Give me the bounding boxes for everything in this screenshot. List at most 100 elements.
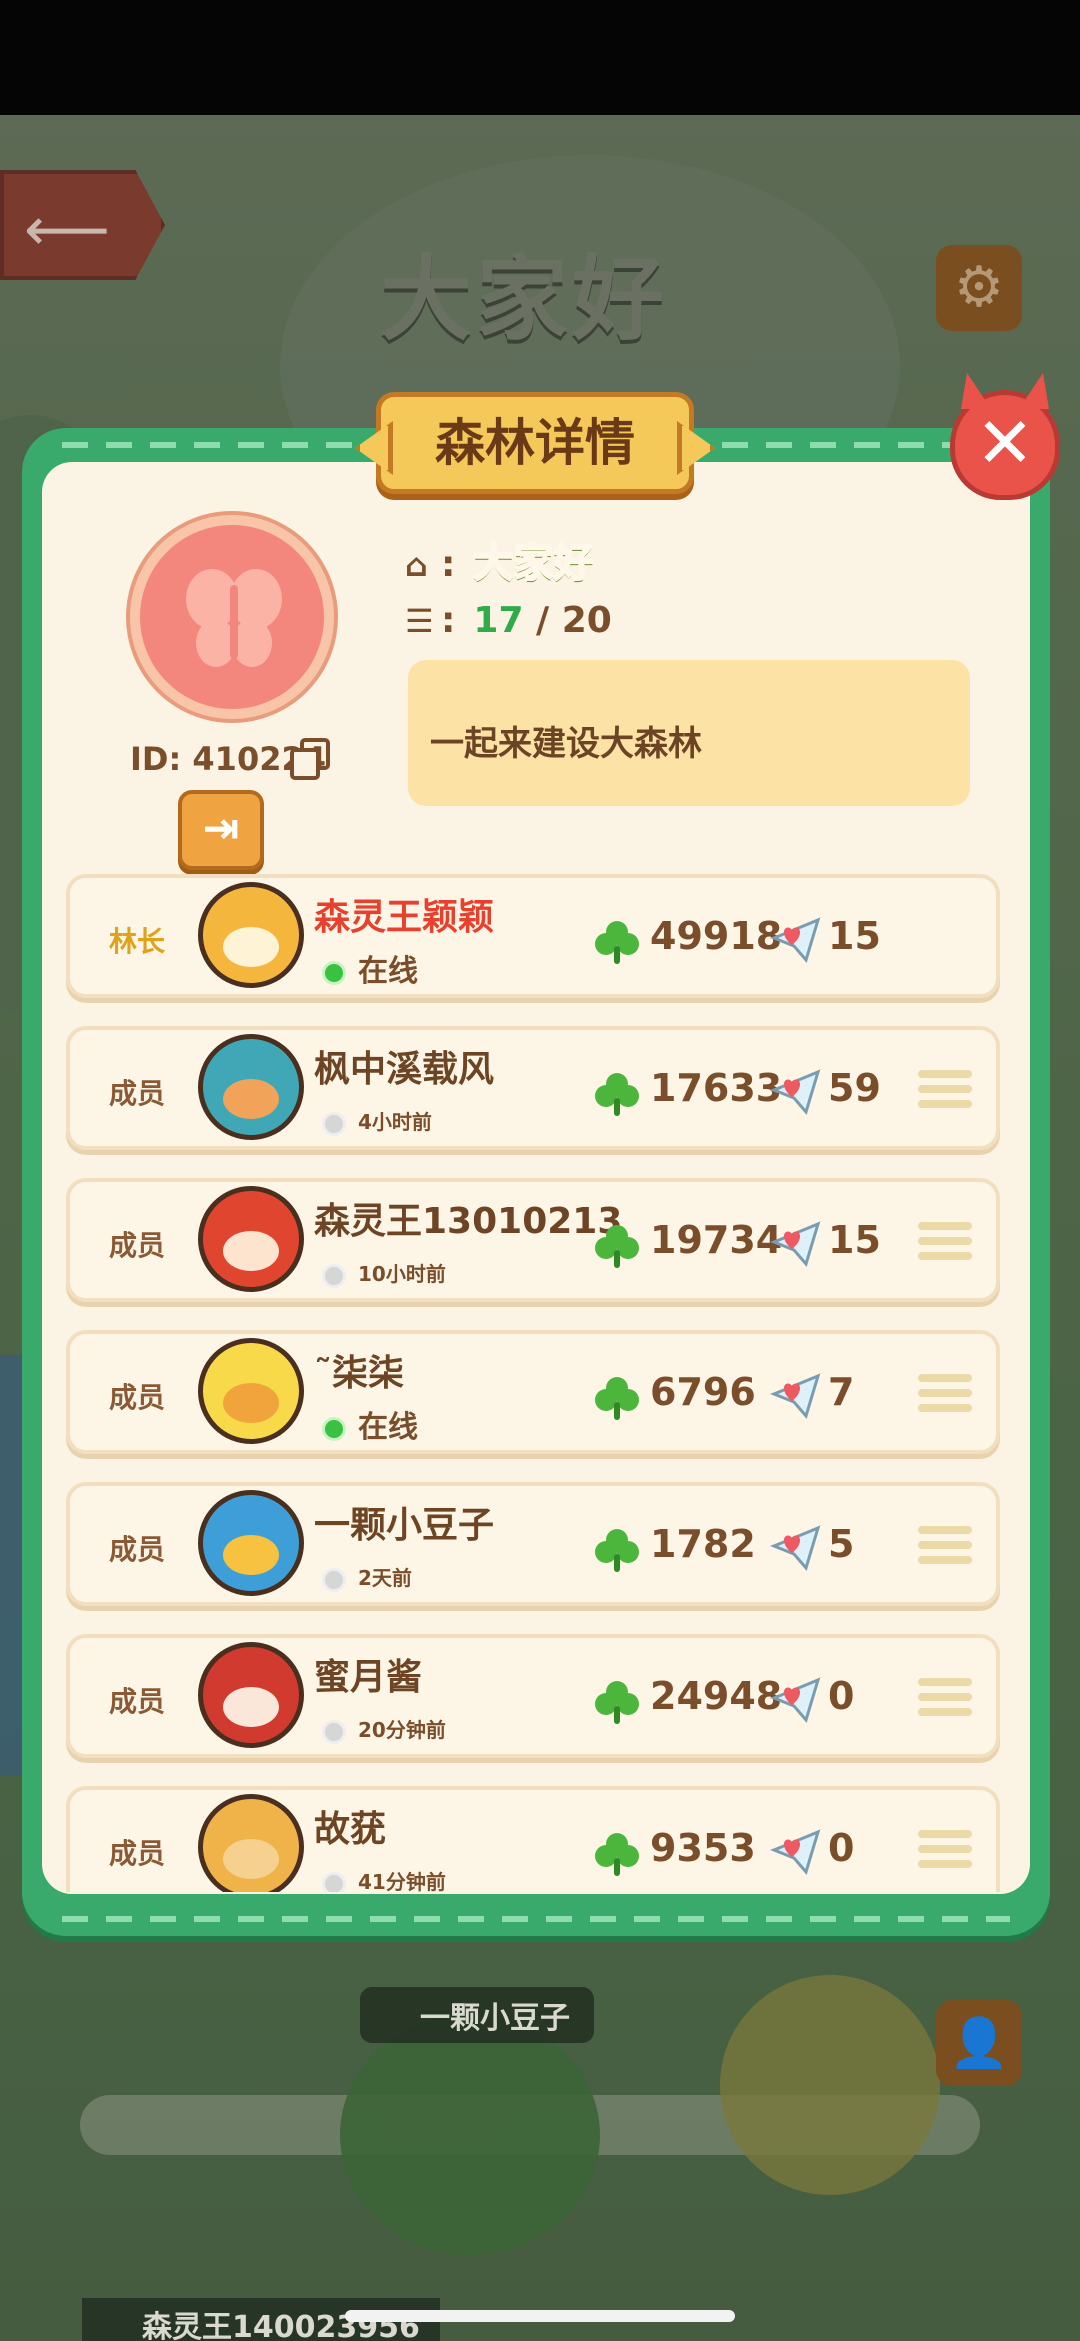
member-score: 9353 [650, 1826, 756, 1870]
member-status: 2天前 [322, 1562, 412, 1592]
clover-icon [595, 1073, 639, 1116]
member-status-text: 在线 [358, 1410, 418, 1445]
avatar[interactable] [198, 1338, 304, 1444]
member-row[interactable]: 成员 森灵王13010213 10小时前 19734 15 [66, 1178, 1000, 1302]
gear-icon: ⚙ [953, 255, 1005, 320]
menu-icon [918, 1374, 972, 1382]
butterfly-icon [186, 569, 282, 667]
member-status-text: 41分钟前 [358, 1870, 446, 1892]
member-status-text: 4小时前 [358, 1110, 432, 1134]
member-likes: 5 [828, 1522, 855, 1566]
member-role: 成员 [108, 1077, 165, 1110]
clover-icon [595, 1529, 639, 1572]
member-status-text: 2天前 [358, 1566, 412, 1590]
member-name: 森灵王13010213 [314, 1201, 623, 1242]
member-role: 成员 [108, 1837, 165, 1870]
avatar[interactable] [198, 1642, 304, 1748]
close-icon: ✕ [975, 402, 1035, 484]
heart-paper-plane-icon[interactable] [770, 1524, 822, 1572]
profile-card-button[interactable]: 👤 [936, 2000, 1022, 2086]
member-row[interactable]: 林长 森灵王颖颖 在线 49918 15 [66, 874, 1000, 998]
close-button[interactable]: ✕ [950, 390, 1060, 500]
menu-icon [918, 1678, 972, 1686]
member-status: 在线 [322, 1402, 418, 1446]
heart-paper-plane-icon[interactable] [770, 1220, 822, 1268]
menu-icon [918, 1070, 972, 1078]
members-icon: ☰ [405, 602, 434, 640]
offline-dot-icon [322, 1719, 346, 1744]
avatar[interactable] [198, 1186, 304, 1292]
member-row[interactable]: 成员 故莸 41分钟前 9353 0 [66, 1786, 1000, 1892]
member-score: 19734 [650, 1218, 783, 1262]
member-menu-button[interactable] [918, 1374, 972, 1422]
modal-border-dash [62, 1916, 1010, 1922]
member-row[interactable]: 成员 枫中溪载风 4小时前 17633 59 [66, 1026, 1000, 1150]
member-status-text: 在线 [358, 954, 418, 989]
member-name: ˜柒柒 [314, 1353, 405, 1394]
house-icon: ⌂ [405, 546, 428, 584]
member-menu-button[interactable] [918, 1526, 972, 1574]
member-score: 6796 [650, 1370, 756, 1414]
member-row[interactable]: 成员 蜜月酱 20分钟前 24948 0 [66, 1634, 1000, 1758]
avatar[interactable] [198, 1794, 304, 1892]
avatar[interactable] [198, 882, 304, 988]
member-score: 24948 [650, 1674, 783, 1718]
heart-paper-plane-icon[interactable] [770, 1828, 822, 1876]
heart-paper-plane-icon[interactable] [770, 1676, 822, 1724]
modal-title: 森林详情 [376, 392, 694, 494]
clover-icon [595, 1377, 639, 1420]
map-label: 一颗小豆子 [360, 1987, 594, 2043]
menu-icon [918, 1830, 972, 1838]
offline-dot-icon [322, 1111, 346, 1136]
forest-emblem [130, 515, 334, 719]
clover-icon [595, 1225, 639, 1268]
home-indicator[interactable] [345, 2310, 735, 2322]
online-dot-icon [322, 960, 346, 985]
heart-paper-plane-icon[interactable] [770, 916, 822, 964]
member-score: 17633 [650, 1066, 783, 1110]
exit-icon: ⇥ [202, 803, 240, 854]
member-name: 枫中溪载风 [314, 1049, 495, 1090]
member-list[interactable]: 林长 森灵王颖颖 在线 49918 15 成员 枫中溪载风 4小时前 17633… [66, 874, 1000, 1892]
offline-dot-icon [322, 1871, 346, 1892]
heart-paper-plane-icon[interactable] [770, 1372, 822, 1420]
copy-icon[interactable] [290, 738, 330, 780]
member-score: 49918 [650, 914, 783, 958]
status-bar [0, 0, 1080, 115]
heart-paper-plane-icon[interactable] [770, 1068, 822, 1116]
member-status: 在线 [322, 946, 418, 990]
member-status-text: 10小时前 [358, 1262, 446, 1286]
forest-name-row: ⌂: 大家好 [405, 539, 594, 587]
avatar[interactable] [198, 1490, 304, 1596]
member-score: 1782 [650, 1522, 756, 1566]
clover-icon [595, 921, 639, 964]
member-row[interactable]: 成员 ˜柒柒 在线 6796 7 [66, 1330, 1000, 1454]
member-menu-button[interactable] [918, 1222, 972, 1270]
offline-dot-icon [322, 1567, 346, 1592]
member-role: 成员 [108, 1381, 165, 1414]
online-dot-icon [322, 1416, 346, 1441]
member-name: 蜜月酱 [314, 1657, 423, 1698]
member-likes: 15 [828, 914, 881, 958]
member-likes: 15 [828, 1218, 881, 1262]
member-name: 一颗小豆子 [314, 1505, 495, 1546]
town-title: 大家好 [380, 246, 669, 353]
member-role: 林长 [108, 925, 165, 958]
member-menu-button[interactable] [918, 1070, 972, 1118]
member-name: 森灵王颖颖 [314, 897, 495, 938]
member-name: 故莸 [314, 1809, 387, 1850]
back-arrow-icon: ⟵ [24, 195, 111, 265]
back-button[interactable]: ⟵ [0, 170, 165, 280]
member-row[interactable]: 成员 一颗小豆子 2天前 1782 5 [66, 1482, 1000, 1606]
forest-name: 大家好 [472, 539, 594, 587]
id-card-icon: 👤 [949, 2015, 1009, 2071]
avatar[interactable] [198, 1034, 304, 1140]
exit-forest-button[interactable]: ⇥ [178, 790, 264, 870]
member-menu-button[interactable] [918, 1830, 972, 1878]
settings-button[interactable]: ⚙ [936, 245, 1022, 331]
member-menu-button[interactable] [918, 1678, 972, 1726]
menu-icon [918, 1526, 972, 1534]
member-role: 成员 [108, 1685, 165, 1718]
forest-slogan: 一起来建设大森林 [408, 660, 970, 806]
member-likes: 7 [828, 1370, 855, 1414]
